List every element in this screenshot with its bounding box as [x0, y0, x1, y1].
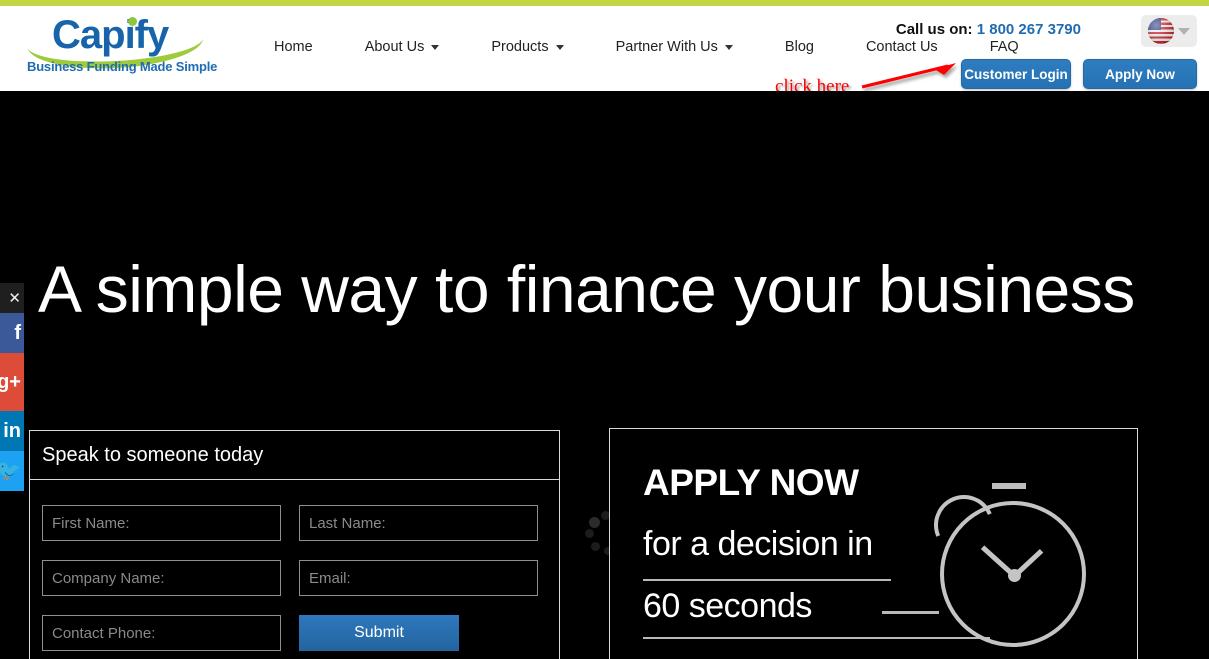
nav-item-faq[interactable]: FAQ: [964, 39, 1045, 55]
main-navigation: Home About Us Products Partner With Us B…: [248, 39, 1045, 55]
last-name-input[interactable]: [299, 505, 538, 541]
nav-item-home[interactable]: Home: [248, 39, 339, 55]
site-logo[interactable]: Capify Business Funding Made Simple: [24, 12, 224, 78]
promo-divider-mid: [882, 611, 939, 614]
social-close-button[interactable]: ✕: [0, 283, 24, 313]
first-name-input[interactable]: [42, 505, 281, 541]
call-us-label: Call us on:: [895, 21, 973, 38]
nav-item-products[interactable]: Products: [465, 39, 589, 55]
chevron-down-icon: [1178, 27, 1190, 35]
us-flag-icon: [1148, 18, 1174, 44]
email-input[interactable]: [299, 560, 538, 596]
contact-phone-input[interactable]: [42, 615, 281, 651]
submit-button[interactable]: Submit: [299, 615, 459, 651]
nav-label: Blog: [784, 39, 814, 55]
apply-now-promo-card: APPLY NOW for a decision in 60 seconds: [609, 428, 1138, 659]
contact-form-card: Speak to someone today Submit: [29, 430, 560, 659]
chevron-down-icon: [724, 44, 733, 50]
hero-section: A simple way to finance your business Sp…: [0, 91, 1209, 659]
nav-label: Contact Us: [865, 39, 938, 55]
google-plus-icon: g+: [0, 371, 21, 393]
locale-selector[interactable]: [1141, 15, 1197, 47]
form-title: Speak to someone today: [42, 443, 264, 466]
form-row: [42, 560, 547, 596]
social-item-google-plus[interactable]: g+: [0, 353, 24, 411]
twitter-icon: 🐦: [0, 460, 21, 482]
linkedin-icon: in: [3, 420, 21, 442]
apply-now-button[interactable]: Apply Now: [1083, 59, 1197, 89]
nav-label: Partner With Us: [615, 39, 718, 55]
nav-item-blog[interactable]: Blog: [759, 39, 840, 55]
social-item-facebook[interactable]: f: [0, 313, 24, 353]
nav-item-contact-us[interactable]: Contact Us: [840, 39, 964, 55]
close-icon: ✕: [8, 289, 21, 307]
nav-label: Home: [274, 39, 313, 55]
nav-item-partner-with-us[interactable]: Partner With Us: [590, 39, 759, 55]
logo-dot-icon: [128, 17, 137, 26]
social-item-twitter[interactable]: 🐦: [0, 451, 24, 491]
promo-divider-bottom: [643, 637, 990, 639]
promo-line-2: for a decision in: [643, 525, 873, 563]
chevron-down-icon: [431, 44, 440, 50]
form-body: Submit: [30, 480, 559, 651]
company-name-input[interactable]: [42, 560, 281, 596]
customer-login-button[interactable]: Customer Login: [961, 59, 1071, 89]
red-arrow-icon: [861, 63, 956, 89]
promo-divider-top: [643, 579, 891, 581]
site-header: Capify Business Funding Made Simple Home…: [0, 6, 1209, 97]
facebook-icon: f: [14, 322, 21, 344]
promo-line-3: 60 seconds: [643, 587, 812, 625]
nav-label: Products: [491, 39, 549, 55]
social-sidebar: ✕ f g+ in 🐦: [0, 283, 24, 491]
nav-item-about-us[interactable]: About Us: [339, 39, 466, 55]
call-us-block: Call us on: 1 800 267 3790: [896, 21, 1081, 38]
logo-wordmark: Capify: [52, 13, 169, 57]
phone-number-link[interactable]: 1 800 267 3790: [977, 21, 1081, 38]
form-row: [42, 505, 547, 541]
hero-headline: A simple way to finance your business: [38, 252, 1135, 326]
form-header: Speak to someone today: [30, 431, 559, 480]
chevron-down-icon: [555, 44, 564, 50]
nav-label: FAQ: [989, 39, 1019, 55]
logo-tagline: Business Funding Made Simple: [27, 59, 218, 74]
form-row: Submit: [42, 615, 547, 651]
promo-line-1: APPLY NOW: [643, 462, 859, 503]
page-root: Capify Business Funding Made Simple Home…: [0, 0, 1209, 659]
social-item-linkedin[interactable]: in: [0, 411, 24, 451]
nav-label: About Us: [364, 39, 425, 55]
